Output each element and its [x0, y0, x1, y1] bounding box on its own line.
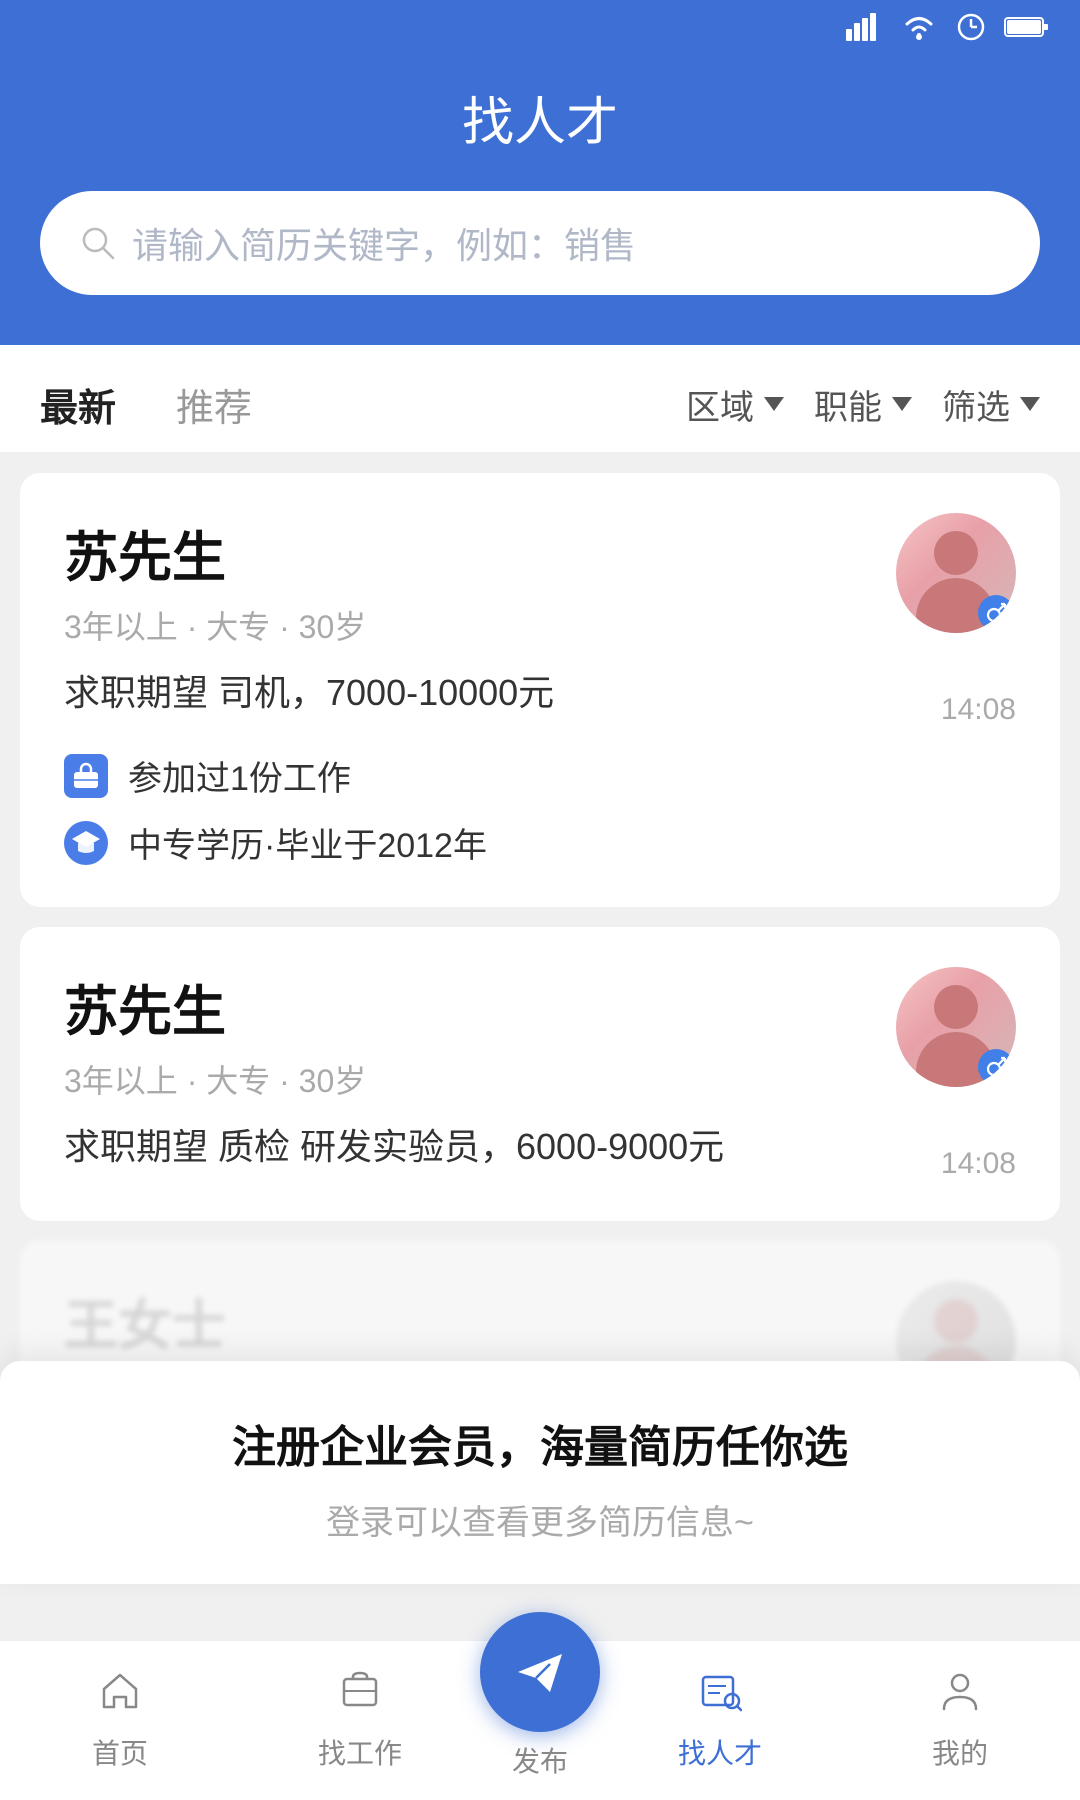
region-arrow-icon [764, 397, 784, 411]
card-1-name: 苏先生 [64, 513, 554, 592]
find-job-icon [338, 1669, 382, 1724]
filter-region[interactable]: 区域 [686, 380, 784, 429]
gender-male-2-icon [978, 1049, 1014, 1085]
card-2-right: 14:08 [896, 967, 1016, 1181]
candidate-card-2[interactable]: 苏先生 3年以上 · 大专 · 30岁 求职期望 质检 研发实验员，6000-9… [20, 927, 1060, 1221]
card-2-avatar [896, 967, 1016, 1087]
card-1-avatar [896, 513, 1016, 633]
nav-publish[interactable]: 发布 [480, 1662, 600, 1780]
card-1-right: 14:08 [896, 513, 1016, 727]
card-1-details: 参加过1份工作 中专学历·毕业于2012年 [64, 751, 1016, 867]
tab-section: 最新 推荐 区域 职能 筛选 [0, 345, 1080, 453]
login-subtitle: 登录可以查看更多简历信息~ [40, 1495, 1040, 1544]
card-2-expect: 求职期望 质检 研发实验员，6000-9000元 [64, 1118, 724, 1170]
nav-find-job-label: 找工作 [318, 1732, 402, 1772]
publish-send-icon [510, 1642, 570, 1702]
function-arrow-icon [892, 397, 912, 411]
nav-find-talent-label: 找人才 [678, 1732, 762, 1772]
card-2-meta: 3年以上 · 大专 · 30岁 [64, 1056, 724, 1102]
find-talent-icon [698, 1669, 742, 1724]
candidate-card-1[interactable]: 苏先生 3年以上 · 大专 · 30岁 求职期望 司机，7000-10000元 [20, 473, 1060, 907]
card-2-info: 苏先生 3年以上 · 大专 · 30岁 求职期望 质检 研发实验员，6000-9… [64, 967, 724, 1178]
nav-publish-label: 发布 [512, 1740, 568, 1780]
search-bar[interactable]: 请输入简历关键字，例如：销售 [40, 191, 1040, 295]
search-icon [80, 225, 116, 261]
card-1-time: 14:08 [941, 693, 1016, 727]
card-2-name: 苏先生 [64, 967, 724, 1046]
card-2-header: 苏先生 3年以上 · 大专 · 30岁 求职期望 质检 研发实验员，6000-9… [64, 967, 1016, 1181]
bag-icon [64, 754, 108, 798]
gender-male-icon [978, 595, 1014, 631]
nav-find-job[interactable]: 找工作 [240, 1669, 480, 1772]
battery-icon [1004, 14, 1050, 46]
card-1-info: 苏先生 3年以上 · 大专 · 30岁 求职期望 司机，7000-10000元 [64, 513, 554, 724]
clock-icon [956, 12, 986, 49]
card-1-header: 苏先生 3年以上 · 大专 · 30岁 求职期望 司机，7000-10000元 [64, 513, 1016, 727]
wifi-icon [900, 13, 938, 48]
nav-mine-label: 我的 [932, 1732, 988, 1772]
user-icon [938, 1669, 982, 1724]
publish-button[interactable] [480, 1612, 600, 1732]
nav-home-label: 首页 [92, 1732, 148, 1772]
card-3-info: 王女士 [64, 1281, 226, 1360]
nav-home[interactable]: 首页 [0, 1669, 240, 1772]
bottom-nav: 首页 找工作 发布 [0, 1640, 1080, 1800]
page-title: 找人才 [40, 80, 1040, 155]
login-overlay: 注册企业会员，海量简历任你选 登录可以查看更多简历信息~ [0, 1361, 1080, 1584]
graduation-icon [64, 821, 108, 865]
nav-find-talent[interactable]: 找人才 [600, 1669, 840, 1772]
home-icon [98, 1669, 142, 1724]
search-input-placeholder[interactable]: 请输入简历关键字，例如：销售 [132, 217, 636, 269]
filter-group: 区域 职能 筛选 [686, 380, 1040, 429]
filter-function[interactable]: 职能 [814, 380, 912, 429]
card-1-expect: 求职期望 司机，7000-10000元 [64, 664, 554, 716]
nav-mine[interactable]: 我的 [840, 1669, 1080, 1772]
tab-recommended[interactable]: 推荐 [176, 377, 252, 432]
header: 找人才 请输入简历关键字，例如：销售 [0, 60, 1080, 345]
login-title: 注册企业会员，海量简历任你选 [40, 1411, 1040, 1475]
filter-screen[interactable]: 筛选 [942, 380, 1040, 429]
status-bar [0, 0, 1080, 60]
tab-latest[interactable]: 最新 [40, 377, 116, 432]
screen-arrow-icon [1020, 397, 1040, 411]
card-list: 苏先生 3年以上 · 大专 · 30岁 求职期望 司机，7000-10000元 [0, 473, 1080, 1441]
signal-icon [846, 13, 882, 48]
card-3-name: 王女士 [64, 1281, 226, 1360]
card-1-work-exp: 参加过1份工作 [64, 751, 1016, 800]
card-2-time: 14:08 [941, 1147, 1016, 1181]
card-1-meta: 3年以上 · 大专 · 30岁 [64, 602, 554, 648]
card-1-education: 中专学历·毕业于2012年 [64, 818, 1016, 867]
